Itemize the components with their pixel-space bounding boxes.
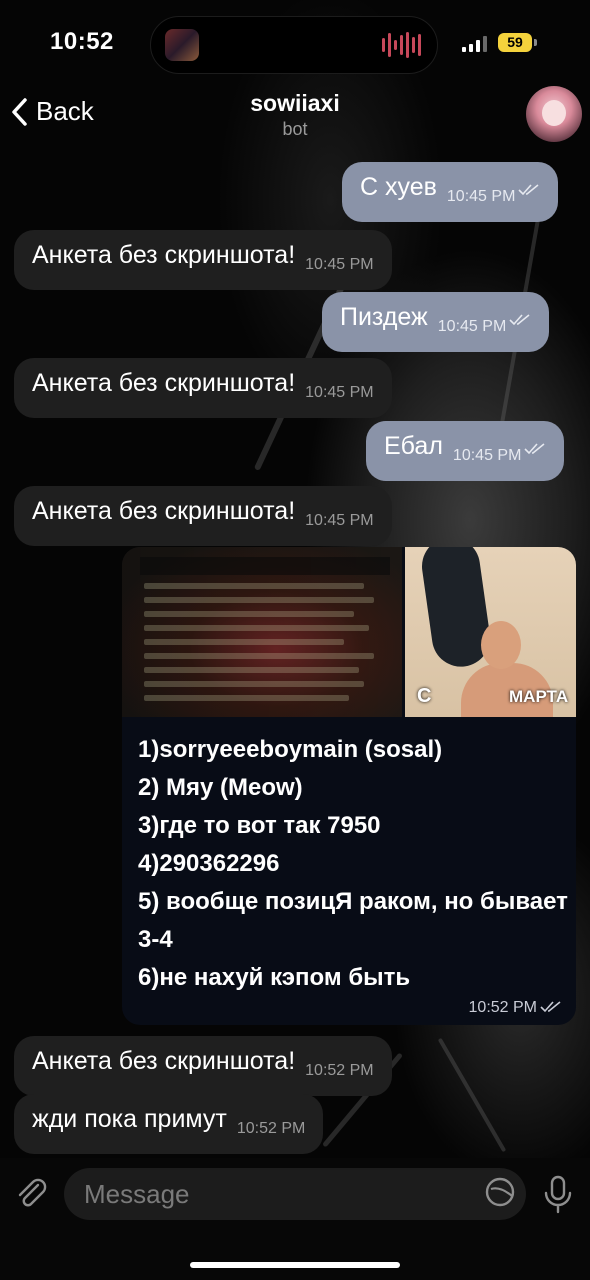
- message-input-bar: Message: [0, 1158, 590, 1280]
- chat-title[interactable]: sowiiaxi: [0, 90, 590, 117]
- message-line: 6)не нахуй кэпом быть: [138, 964, 411, 991]
- message-outgoing[interactable]: Пиздеж 10:45 PM: [322, 292, 550, 352]
- message-time: 10:45 PM: [452, 447, 522, 464]
- message-incoming[interactable]: Анкета без скриншота! 10:45 PM: [14, 358, 392, 418]
- message-text: Анкета без скриншота!: [32, 369, 296, 397]
- battery-tip: [534, 39, 537, 46]
- microphone-icon[interactable]: [540, 1174, 576, 1214]
- message-text: С хуев: [360, 173, 437, 201]
- message-incoming[interactable]: Анкета без скриншота! 10:52 PM: [14, 1036, 392, 1096]
- message-line: 1)sorryeeeboymain (sosal): [138, 736, 443, 763]
- audio-waveform-icon: [382, 31, 421, 59]
- message-incoming[interactable]: Анкета без скриншота! 10:45 PM: [14, 486, 392, 546]
- message-time: 10:45 PM: [446, 188, 516, 205]
- message-time: 10:45 PM: [305, 512, 374, 529]
- message-time: 10:45 PM: [305, 384, 374, 401]
- status-time: 10:52: [50, 28, 114, 55]
- attached-screenshot-image[interactable]: [122, 547, 402, 717]
- attached-photo-image[interactable]: С МАРТА: [405, 547, 576, 717]
- message-line: 3)где то вот так 7950: [138, 812, 381, 839]
- message-line: 2) Мяу (Meow): [138, 774, 303, 801]
- message-incoming[interactable]: Анкета без скриншота! 10:45 PM: [14, 230, 392, 290]
- message-outgoing-media[interactable]: С МАРТА 1)sorryeeeboymain (sosal) 2) Мяу…: [122, 547, 576, 1025]
- read-checkmarks-icon: [540, 1001, 561, 1013]
- message-line: 4)290362296: [138, 850, 280, 877]
- message-outgoing[interactable]: Ебал 10:45 PM: [366, 421, 565, 481]
- message-text: жди пока примут: [32, 1105, 227, 1133]
- read-checkmarks-icon: [518, 184, 539, 196]
- message-time: 10:52 PM: [468, 999, 537, 1016]
- home-indicator[interactable]: [190, 1262, 400, 1268]
- message-text: Анкета без скриншота!: [32, 1047, 296, 1075]
- dynamic-island[interactable]: [150, 16, 438, 74]
- battery-icon: 59: [498, 33, 532, 52]
- message-text: Анкета без скриншота!: [32, 497, 296, 525]
- cellular-signal-icon: [462, 36, 487, 52]
- image-caption-left: С: [417, 685, 432, 707]
- message-time: 10:45 PM: [437, 318, 507, 335]
- message-text: 1)sorryeeeboymain (sosal) 2) Мяу (Meow) …: [138, 731, 568, 997]
- message-text: Пиздеж: [340, 303, 428, 331]
- paperclip-icon[interactable]: [14, 1176, 50, 1212]
- message-time: 10:45 PM: [305, 256, 374, 273]
- chat-header: Back sowiiaxi bot: [0, 86, 590, 148]
- status-bar: 10:52 59: [0, 0, 590, 86]
- message-time: 10:52 PM: [236, 1120, 306, 1137]
- read-checkmarks-icon: [524, 443, 545, 455]
- message-text: Ебал: [384, 432, 443, 460]
- message-incoming[interactable]: жди пока примут 10:52 PM: [14, 1094, 324, 1154]
- message-text: Анкета без скриншота!: [32, 241, 296, 269]
- message-input-placeholder: Message: [84, 1179, 190, 1209]
- sticker-icon[interactable]: [484, 1176, 516, 1208]
- message-time: 10:52 PM: [305, 1062, 374, 1079]
- now-playing-artwork: [165, 29, 199, 61]
- message-meta: 10:52 PM: [469, 999, 562, 1017]
- image-caption-right: МАРТА: [509, 687, 569, 706]
- message-input[interactable]: Message: [64, 1168, 526, 1220]
- message-outgoing[interactable]: С хуев 10:45 PM: [342, 162, 559, 222]
- chat-subtitle: bot: [282, 119, 308, 139]
- message-line: 5) вообще позицЯ раком, но бывает 3-4: [138, 888, 568, 953]
- avatar[interactable]: [526, 86, 582, 142]
- read-checkmarks-icon: [509, 314, 530, 326]
